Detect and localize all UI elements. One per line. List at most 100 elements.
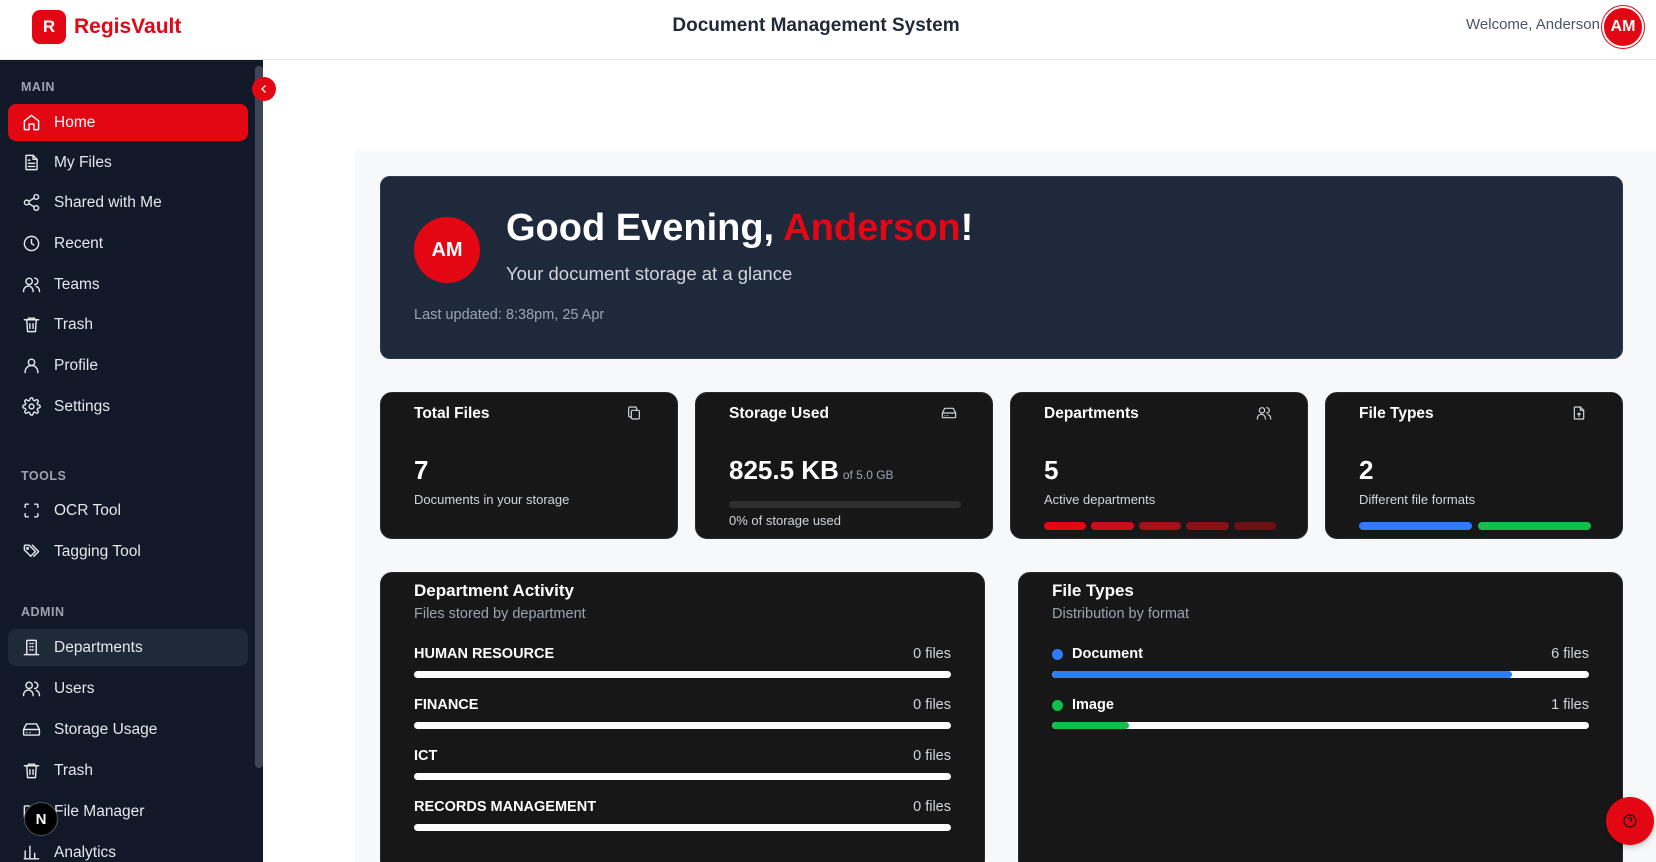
row-label: HUMAN RESOURCE xyxy=(414,646,554,662)
panel-subtitle: Files stored by department xyxy=(414,606,586,622)
stat-title: File Types xyxy=(1359,405,1434,422)
sidebar-item-label: OCR Tool xyxy=(54,501,121,519)
sidebar-item-storage-usage[interactable]: Storage Usage xyxy=(8,711,248,748)
stat-value: 2 xyxy=(1359,455,1374,485)
sidebar-scrollbar[interactable] xyxy=(255,66,263,768)
panel-subtitle: Distribution by format xyxy=(1052,606,1189,622)
bar-chart-icon xyxy=(21,843,41,862)
sidebar-item-analytics[interactable]: Analytics xyxy=(8,834,248,862)
sidebar-collapse-button[interactable] xyxy=(252,77,276,101)
users-icon xyxy=(21,679,41,699)
sidebar: MAIN Home My Files Shared with Me Recent… xyxy=(0,60,263,862)
row-label: Image xyxy=(1052,697,1114,713)
segment-bar xyxy=(1233,522,1277,530)
stat-description: Documents in your storage xyxy=(414,492,570,507)
sidebar-item-settings[interactable]: Settings xyxy=(8,388,248,425)
sidebar-item-label: Analytics xyxy=(54,843,117,861)
stat-value: 825.5 KB of 5.0 GB xyxy=(729,455,894,486)
segment-bar xyxy=(1091,522,1134,530)
sidebar-item-label: File Manager xyxy=(54,802,145,820)
progress-row: RECORDS MANAGEMENT 0 files xyxy=(414,799,951,839)
sidebar-item-label: Storage Usage xyxy=(54,720,158,738)
sidebar-item-profile[interactable]: Profile xyxy=(8,347,248,384)
stat-title: Total Files xyxy=(414,405,490,422)
sidebar-item-users[interactable]: Users xyxy=(8,670,248,707)
stat-value: 5 xyxy=(1044,455,1059,485)
stat-description: Different file formats xyxy=(1359,492,1476,507)
home-icon xyxy=(21,113,41,133)
page-title: Document Management System xyxy=(672,15,960,36)
top-header: R RegisVault Document Management System … xyxy=(0,0,1656,60)
clock-icon xyxy=(21,234,41,254)
stat-card-departments: Departments 5 Active departments xyxy=(1010,392,1308,539)
greeting-subtitle: Your document storage at a glance xyxy=(506,263,793,284)
storage-total: of 5.0 GB xyxy=(842,468,894,482)
share-icon xyxy=(21,193,41,213)
row-count: 0 files xyxy=(913,646,951,662)
sidebar-item-tagging-tool[interactable]: Tagging Tool xyxy=(8,533,248,570)
segment-bar xyxy=(1359,522,1472,530)
next-dev-badge[interactable]: N xyxy=(24,802,58,836)
sidebar-item-my-files[interactable]: My Files xyxy=(8,144,248,181)
row-name: HUMAN RESOURCE xyxy=(414,646,555,662)
sidebar-item-departments[interactable]: Departments xyxy=(8,629,248,666)
user-icon xyxy=(21,356,41,376)
scan-icon xyxy=(21,501,41,521)
department-activity-panel: Department Activity Files stored by depa… xyxy=(380,572,985,862)
sidebar-item-label: Tagging Tool xyxy=(54,542,141,560)
sidebar-item-label: Shared with Me xyxy=(54,193,162,211)
stat-title: Storage Used xyxy=(729,405,829,422)
sidebar-item-label: Home xyxy=(54,113,96,131)
sidebar-item-label: Departments xyxy=(54,638,143,656)
file-types-panel: File Types Distribution by format Docume… xyxy=(1018,572,1623,862)
chevron-left-icon xyxy=(261,85,266,93)
stat-title: Departments xyxy=(1044,405,1139,422)
greeting-suffix: ! xyxy=(960,207,974,249)
sidebar-item-label: Teams xyxy=(54,275,100,293)
file-icon xyxy=(21,153,41,173)
users-icon xyxy=(1256,405,1274,423)
hero-avatar: AM xyxy=(414,217,480,283)
stat-card-file-types: File Types 2 Different file formats xyxy=(1325,392,1623,539)
sidebar-item-label: Recent xyxy=(54,234,104,252)
row-count: 0 files xyxy=(913,748,951,764)
sidebar-item-teams[interactable]: Teams xyxy=(8,266,248,303)
row-count: 6 files xyxy=(1551,646,1589,662)
sidebar-item-trash[interactable]: Trash xyxy=(8,306,248,343)
department-segments xyxy=(1044,522,1277,530)
row-progress-track xyxy=(414,773,951,780)
trash-icon xyxy=(21,761,41,781)
greeting-heading: Good Evening, Anderson! xyxy=(506,207,973,250)
tags-icon xyxy=(21,542,41,562)
storage-progress-track xyxy=(729,501,961,508)
sidebar-item-shared[interactable]: Shared with Me xyxy=(8,184,248,221)
help-button[interactable] xyxy=(1606,797,1654,845)
sidebar-item-recent[interactable]: Recent xyxy=(8,225,248,262)
row-name: ICT xyxy=(414,748,438,764)
sidebar-item-label: Trash xyxy=(54,315,94,333)
row-name: RECORDS MANAGEMENT xyxy=(414,799,597,815)
row-progress-track xyxy=(1052,722,1589,729)
trash-icon xyxy=(21,315,41,335)
row-progress-track xyxy=(414,671,951,678)
row-count: 0 files xyxy=(913,799,951,815)
segment-bar xyxy=(1186,522,1229,530)
sidebar-item-admin-trash[interactable]: Trash xyxy=(8,752,248,789)
sidebar-item-ocr-tool[interactable]: OCR Tool xyxy=(8,492,248,529)
user-avatar[interactable]: AM xyxy=(1602,6,1644,48)
gear-icon xyxy=(21,397,41,417)
panel-title: Department Activity xyxy=(414,581,574,600)
section-label-main: MAIN xyxy=(21,80,55,94)
row-progress-track xyxy=(1052,671,1589,678)
sidebar-item-home[interactable]: Home xyxy=(8,104,248,141)
row-count: 1 files xyxy=(1551,697,1589,713)
file-type-segments xyxy=(1359,522,1591,530)
building-icon xyxy=(21,638,41,658)
hard-drive-icon xyxy=(941,405,959,423)
row-label: ICT xyxy=(414,748,437,764)
greeting-prefix: Good Evening, xyxy=(506,207,784,249)
sidebar-item-label: My Files xyxy=(54,153,112,171)
greeting-name: Anderson xyxy=(783,207,961,249)
sidebar-item-label: Users xyxy=(54,679,95,697)
segment-bar xyxy=(1478,522,1591,530)
